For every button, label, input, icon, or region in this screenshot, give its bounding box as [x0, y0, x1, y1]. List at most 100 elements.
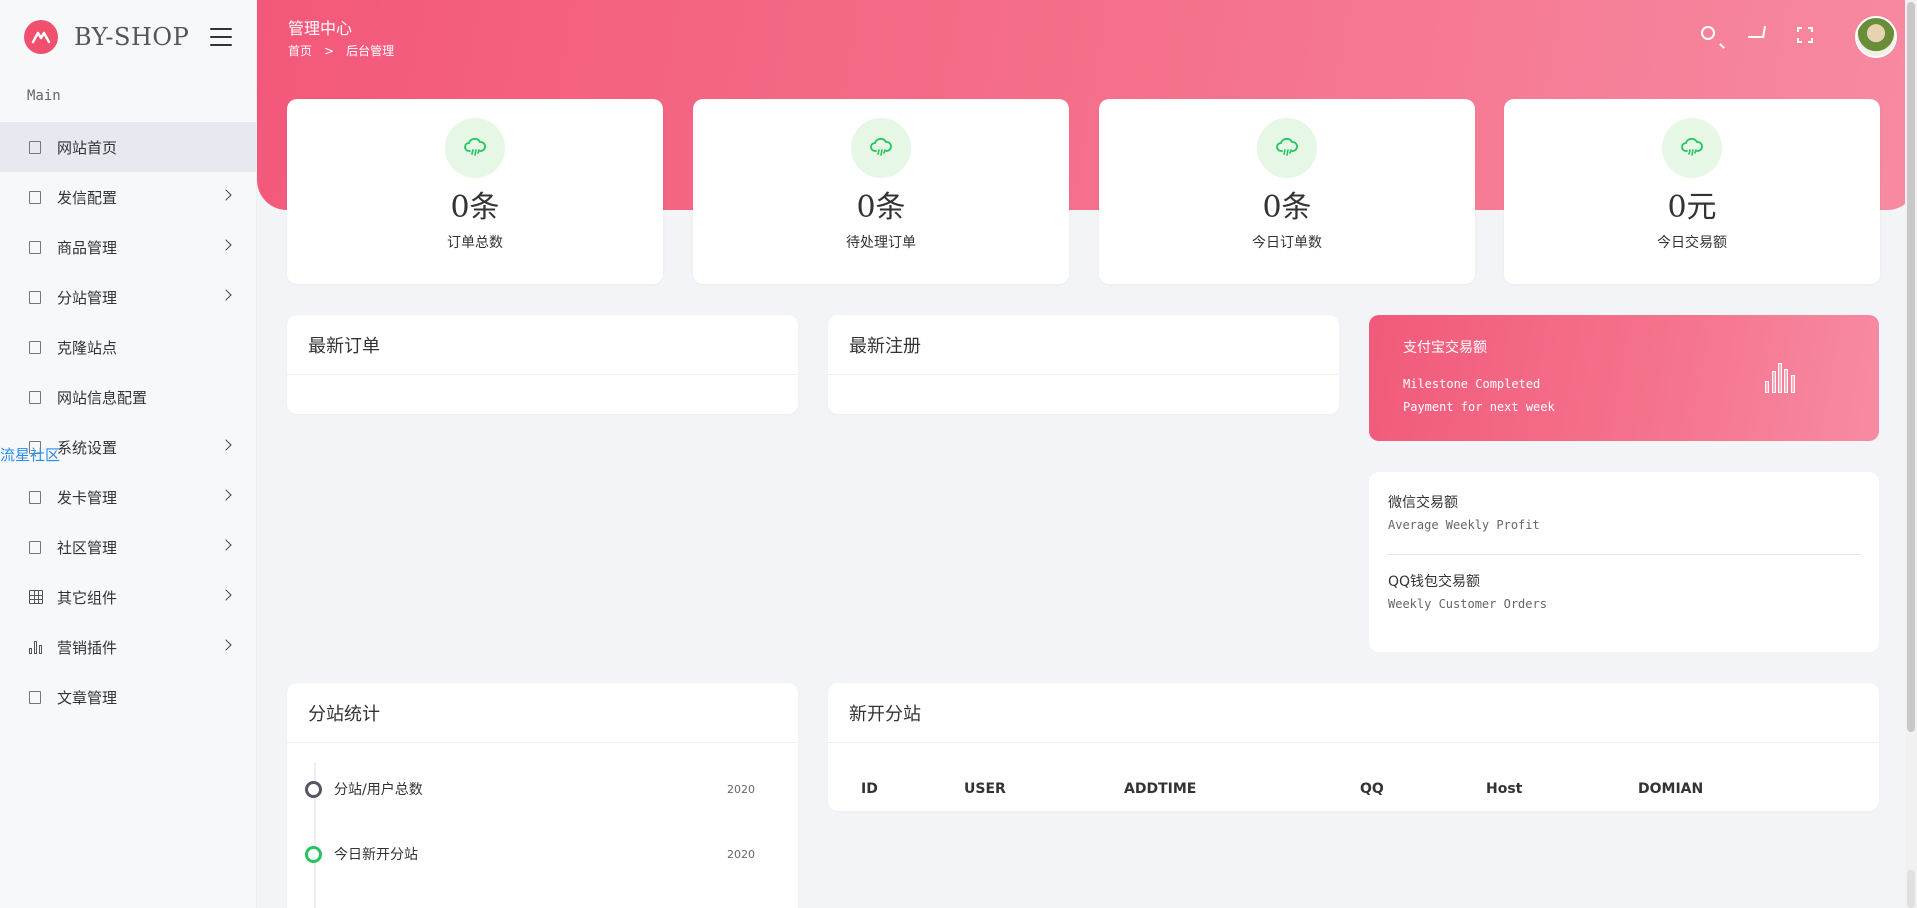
panel-title: 分站统计: [287, 683, 798, 743]
sidebar: BY-SHOP Main 网站首页 发信配置 商品管理 分站管理 克隆站点 网站…: [0, 0, 257, 908]
breadcrumb: 首页 > 后台管理: [288, 42, 394, 59]
stat-card-today-orders: 0条 今日订单数: [1099, 99, 1475, 284]
timeline-label: 今日新开分站: [334, 847, 418, 863]
column-header-host[interactable]: Host: [1486, 781, 1522, 797]
sidebar-item-label: 营销插件: [57, 638, 118, 657]
chevron-right-icon: [220, 439, 232, 451]
table-header: ID USER ADDTIME QQ Host DOMIAN: [828, 781, 1879, 801]
alipay-line-1: Milestone Completed: [1403, 377, 1541, 391]
chevron-right-icon: [220, 589, 232, 601]
stat-label: 待处理订单: [846, 235, 916, 251]
latest-orders-panel: 最新订单: [287, 315, 798, 414]
column-header-user[interactable]: USER: [964, 781, 1006, 797]
stat-value: 0条: [450, 190, 500, 225]
latest-registrations-panel: 最新注册: [828, 315, 1339, 414]
stat-value: 0条: [1262, 190, 1312, 225]
sidebar-item-card-issuing[interactable]: 发卡管理: [0, 472, 256, 522]
payment-stats-card: 微信交易额 Average Weekly Profit QQ钱包交易额 Week…: [1369, 472, 1879, 652]
scrollbar-thumb[interactable]: [1907, 2, 1915, 732]
sidebar-item-home[interactable]: 网站首页: [0, 122, 256, 172]
column-header-id[interactable]: ID: [861, 781, 878, 797]
sidebar-item-label: 分站管理: [57, 288, 118, 307]
square-icon: [29, 140, 41, 154]
sidebar-item-products[interactable]: 商品管理: [0, 222, 256, 272]
sidebar-item-label: 克隆站点: [57, 338, 118, 357]
brand-logo-icon: [24, 20, 58, 54]
column-header-domain[interactable]: DOMIAN: [1638, 781, 1703, 797]
stat-card-today-revenue: 0元 今日交易额: [1504, 99, 1880, 284]
page-title: 管理中心: [288, 19, 353, 38]
sidebar-item-label: 商品管理: [57, 238, 118, 257]
sidebar-item-clone-site[interactable]: 克隆站点: [0, 322, 256, 372]
cloud-rain-icon: [445, 118, 505, 178]
alipay-line-2: Payment for next week: [1403, 400, 1555, 414]
square-icon: [29, 290, 41, 304]
sidebar-item-label: 系统设置: [57, 438, 118, 457]
avatar[interactable]: [1855, 16, 1897, 58]
sidebar-item-site-info[interactable]: 网站信息配置: [0, 372, 256, 422]
community-overlay-link[interactable]: 流星社区: [0, 444, 60, 465]
alipay-title: 支付宝交易额: [1403, 340, 1487, 356]
sidebar-item-other-components[interactable]: 其它组件: [0, 572, 256, 622]
timeline-item: 分站/用户总数 2020: [305, 779, 765, 799]
breadcrumb-home[interactable]: 首页: [288, 42, 312, 59]
brand-name: BY-SHOP: [74, 23, 190, 51]
scrollbar-thumb-secondary[interactable]: [1907, 870, 1915, 908]
timeline-date: 2020: [727, 848, 755, 861]
header-actions: [1701, 26, 1813, 44]
stat-label: 订单总数: [447, 235, 503, 251]
stat-label: 今日订单数: [1252, 235, 1322, 251]
stat-card-pending-orders: 0条 待处理订单: [693, 99, 1069, 284]
qq-revenue-sub: Weekly Customer Orders: [1388, 597, 1547, 611]
timeline-dot-icon: [305, 845, 322, 863]
column-header-addtime[interactable]: ADDTIME: [1124, 781, 1196, 797]
square-icon: [29, 540, 41, 554]
column-header-qq[interactable]: QQ: [1360, 781, 1384, 797]
sidebar-item-articles[interactable]: 文章管理: [0, 672, 256, 722]
wechat-revenue-sub: Average Weekly Profit: [1388, 518, 1540, 532]
cloud-rain-icon: [1257, 118, 1317, 178]
timeline-item: 今日新开分站 2020: [305, 844, 765, 864]
cloud-rain-icon: [851, 118, 911, 178]
grid-icon: [29, 590, 43, 604]
square-icon: [29, 190, 41, 204]
square-icon: [29, 390, 41, 404]
sidebar-item-label: 社区管理: [57, 538, 118, 557]
stat-value: 0元: [1667, 190, 1717, 225]
bar-chart-icon: [1765, 363, 1799, 393]
panel-title: 最新订单: [287, 315, 798, 375]
panel-title: 新开分站: [828, 683, 1879, 743]
alipay-revenue-card: 支付宝交易额 Milestone Completed Payment for n…: [1369, 315, 1879, 441]
square-icon: [29, 240, 41, 254]
timeline-date: 2020: [727, 783, 755, 796]
chevron-right-icon: [220, 489, 232, 501]
breadcrumb-separator: >: [324, 43, 335, 58]
qq-revenue-title: QQ钱包交易额: [1388, 574, 1481, 590]
chevron-right-icon: [220, 539, 232, 551]
new-substations-panel: 新开分站 ID USER ADDTIME QQ Host DOMIAN: [828, 683, 1879, 811]
panel-title: 最新注册: [828, 315, 1339, 375]
sidebar-item-mail-config[interactable]: 发信配置: [0, 172, 256, 222]
fullscreen-icon[interactable]: [1797, 27, 1813, 43]
sidebar-item-community[interactable]: 社区管理: [0, 522, 256, 572]
sidebar-item-label: 发卡管理: [57, 488, 118, 507]
stat-card-total-orders: 0条 订单总数: [287, 99, 663, 284]
sidebar-item-substations[interactable]: 分站管理: [0, 272, 256, 322]
sidebar-item-label: 文章管理: [57, 688, 118, 707]
hamburger-menu-icon[interactable]: [210, 28, 232, 46]
search-icon[interactable]: [1701, 26, 1719, 44]
substation-stats-panel: 分站统计 分站/用户总数 2020 今日新开分站 2020: [287, 683, 798, 908]
chevron-right-icon: [220, 239, 232, 251]
sidebar-item-label: 网站信息配置: [57, 388, 148, 407]
chevron-right-icon: [220, 289, 232, 301]
stat-value: 0条: [856, 190, 906, 225]
cloud-rain-icon: [1662, 118, 1722, 178]
square-icon: [29, 490, 41, 504]
square-icon: [29, 690, 41, 704]
timeline-dot-icon: [305, 780, 322, 798]
sidebar-item-marketing-plugins[interactable]: 营销插件: [0, 622, 256, 672]
divider: [1388, 554, 1860, 555]
breadcrumb-current: 后台管理: [346, 44, 395, 58]
page-scrollbar[interactable]: [1905, 0, 1917, 908]
cart-icon[interactable]: [1747, 26, 1767, 44]
